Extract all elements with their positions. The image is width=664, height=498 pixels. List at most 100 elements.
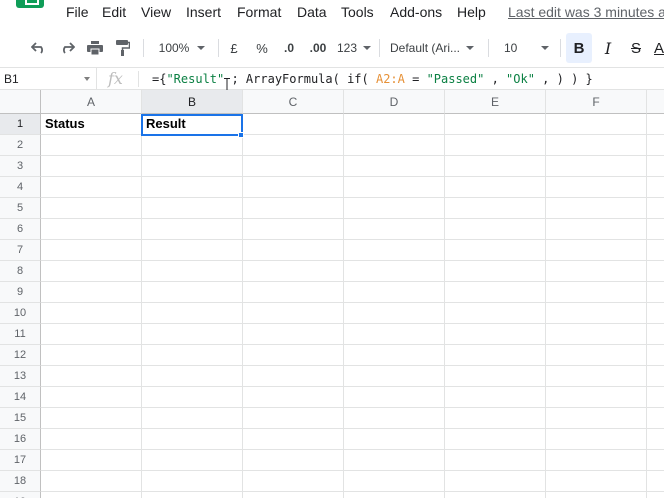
formula-string-token: "Passed" [426,72,485,86]
menu-help[interactable]: Help [457,3,486,21]
menu-insert[interactable]: Insert [186,3,221,21]
formula-input[interactable]: ={"Result" ; ArrayFormula( if( A2:A = "P… [152,71,593,87]
row-header[interactable]: 4 [0,177,41,198]
font-size-value: 10 [504,41,518,55]
italic-button[interactable]: I [596,33,620,63]
active-cell-border [141,114,243,136]
row-gridline [41,428,664,429]
column-header-a[interactable]: A [41,90,142,114]
chevron-down-icon [197,46,206,50]
formula-token: , ) ) } [534,72,593,86]
zoom-value: 100% [158,41,190,55]
row-header[interactable]: 16 [0,429,41,450]
menu-data[interactable]: Data [297,3,327,21]
column-header-f[interactable]: F [546,90,647,114]
column-gridline [545,114,546,498]
column-gridline [646,114,647,498]
row-header[interactable]: 17 [0,450,41,471]
row-header[interactable]: 19 [0,492,41,498]
row-header[interactable]: 13 [0,366,41,387]
text-color-button[interactable]: A [652,33,664,63]
row-header[interactable]: 5 [0,198,41,219]
print-icon[interactable] [84,33,106,63]
name-box[interactable]: B1 [0,68,97,90]
column-header-g[interactable] [647,90,664,114]
row-header[interactable]: 18 [0,471,41,492]
formula-token: = [404,72,427,86]
row-gridline [41,407,664,408]
chevron-down-icon [541,46,550,50]
more-formats-select[interactable]: 123 [334,33,374,63]
row-header[interactable]: 10 [0,303,41,324]
menu-format[interactable]: Format [237,3,281,21]
column-header-e[interactable]: E [445,90,546,114]
toolbar-divider [379,39,380,57]
row-header[interactable]: 6 [0,219,41,240]
column-gridline [141,114,142,498]
format-percent-button[interactable]: % [252,33,272,63]
cell-a1[interactable]: Status [42,114,141,135]
row-header[interactable]: 2 [0,135,41,156]
formula-token: , [484,72,507,86]
row-gridline [41,239,664,240]
row-gridline [41,365,664,366]
row-header[interactable]: 3 [0,156,41,177]
row-gridline [41,134,664,135]
redo-icon[interactable] [56,33,78,63]
paint-format-icon[interactable] [112,33,134,63]
row-gridline [41,218,664,219]
menu-edit[interactable]: Edit [102,3,126,21]
column-header-c[interactable]: C [243,90,344,114]
column-gridline [444,114,445,498]
column-gridline [242,114,243,498]
bold-button[interactable]: B [566,33,592,63]
toolbar-divider [560,39,561,57]
menu-addons[interactable]: Add-ons [390,3,442,21]
menu-tools[interactable]: Tools [341,3,374,21]
increase-decimals-button[interactable]: .00 [305,33,331,63]
toolbar: 100% £ % .0 .00 123 Default (Ari... 10 B… [0,33,664,63]
spreadsheet-grid[interactable]: A B C D E F Status Result 1 2 3 4 5 6 7 8 9 10 11 1… [0,90,664,498]
row-header[interactable]: 7 [0,240,41,261]
strikethrough-button[interactable]: S [624,33,648,63]
formula-divider [138,71,139,87]
menu-view[interactable]: View [141,3,171,21]
fill-handle[interactable] [238,132,244,138]
sheets-logo-icon[interactable] [16,0,44,8]
row-gridline [41,386,664,387]
menu-file[interactable]: File [66,3,89,21]
row-gridline [41,344,664,345]
column-header-d[interactable]: D [344,90,445,114]
formula-range-token: A2:A [375,72,405,86]
last-edit-link[interactable]: Last edit was 3 minutes a [508,3,664,21]
row-gridline [41,176,664,177]
row-gridline [41,281,664,282]
toolbar-divider [488,39,489,57]
column-header-b[interactable]: B [142,90,243,114]
row-header[interactable]: 9 [0,282,41,303]
row-header[interactable]: 8 [0,261,41,282]
row-header[interactable]: 15 [0,408,41,429]
chevron-down-icon[interactable] [84,77,90,81]
select-all-corner[interactable] [0,90,41,114]
formula-token: ={ [152,72,167,86]
decrease-decimals-button[interactable]: .0 [278,33,300,63]
row-gridline [41,323,664,324]
row-gridline [41,449,664,450]
menu-bar: File Edit View Insert Format Data Tools … [0,0,664,24]
cell-reference: B1 [4,72,19,86]
undo-icon[interactable] [28,33,50,63]
zoom-select[interactable]: 100% [150,33,214,63]
font-size-select[interactable]: 10 [498,33,556,63]
font-family-select[interactable]: Default (Ari... [390,33,482,63]
format-currency-button[interactable]: £ [224,33,244,63]
row-header[interactable]: 1 [0,114,41,135]
row-header[interactable]: 12 [0,345,41,366]
row-header[interactable]: 11 [0,324,41,345]
row-header[interactable]: 14 [0,387,41,408]
row-gridline [41,197,664,198]
row-gridline [41,491,664,492]
row-gridline [41,470,664,471]
formula-string-token: "Result" [166,72,225,86]
column-gridline [343,114,344,498]
